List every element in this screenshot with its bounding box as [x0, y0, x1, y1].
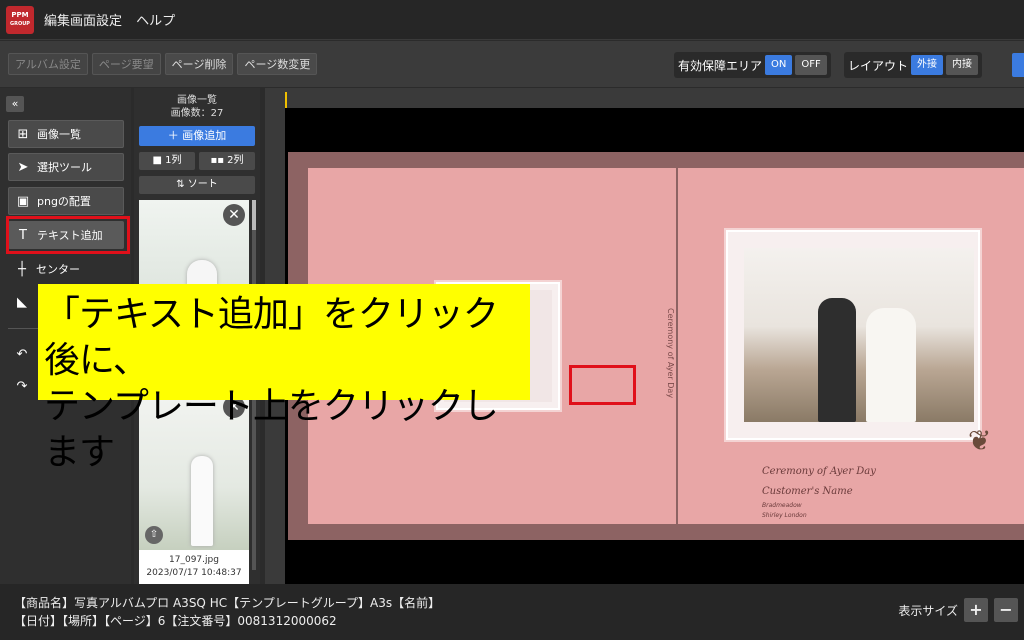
image-panel-title: 画像一覧: [177, 95, 217, 106]
safe-area-on-button[interactable]: ON: [765, 55, 793, 75]
remove-icon[interactable]: ✕: [223, 204, 245, 226]
album-line3: Bradmeadow: [762, 502, 802, 509]
photo-bride: [866, 308, 916, 422]
grid-icon: ⊞: [17, 126, 29, 142]
sort-button[interactable]: ⇅ ソート: [139, 176, 255, 194]
safe-area-off-button[interactable]: OFF: [795, 55, 827, 75]
upload-icon: ⇧: [145, 526, 163, 544]
zoom-in-button[interactable]: +: [964, 598, 988, 622]
redo-icon: ↷: [16, 378, 28, 394]
butterfly-icon: ❦: [968, 424, 992, 457]
page-request-button[interactable]: ページ要望: [91, 53, 161, 75]
tool-ruler[interactable]: ◣: [8, 288, 36, 316]
thumbnail-date: 2023/07/17 10:48:37: [146, 568, 242, 578]
page-delete-button[interactable]: ページ削除: [164, 53, 234, 75]
right-page[interactable]: ❦ Ceremony of Ayer Day Customer's Name B…: [678, 168, 1024, 524]
zoom-out-button[interactable]: −: [994, 598, 1018, 622]
safe-area-label: 有効保障エリア: [678, 58, 763, 73]
tool-center[interactable]: ┼ センター: [8, 255, 124, 283]
spine-text: Ceremony of Ayer Day: [666, 308, 675, 399]
toolbar: アルバム設定 ページ要望 ページ削除 ページ数変更 有効保障エリア ON OFF…: [0, 41, 1024, 87]
wedding-photo[interactable]: [744, 248, 974, 422]
callout-line1: 「テキスト追加」をクリック後に、: [44, 294, 499, 381]
menu-bar: 編集画面設定 ヘルプ: [44, 10, 185, 29]
app-logo: PPM GROUP: [6, 5, 34, 34]
customer-name: Customer's Name: [762, 486, 853, 497]
album-settings-button[interactable]: アルバム設定: [8, 53, 88, 75]
collapse-button[interactable]: «: [6, 96, 24, 112]
undo-icon: ↶: [16, 346, 28, 362]
layout-label: レイアウト: [848, 58, 909, 73]
tool-image-list[interactable]: ⊞ 画像一覧: [8, 120, 124, 148]
tool-select[interactable]: ➤ 選択ツール: [8, 153, 124, 181]
zoom-control: 表示サイズ + −: [898, 598, 1018, 622]
image-count: 画像数：27: [170, 108, 224, 119]
layout-inner-button[interactable]: 内接: [946, 55, 979, 75]
status-product: 【商品名】写真アルバムプロ A3SQ HC【テンプレートグループ】A3s【名前】: [14, 596, 441, 610]
thumbnail-filename: 17_097.jpg: [169, 555, 219, 565]
ruler-marker: [285, 92, 287, 108]
layout-group: レイアウト 外接 内接: [844, 52, 983, 78]
crosshair-icon: ┼: [18, 261, 26, 277]
highlight-box: [6, 216, 130, 254]
layout-outer-button[interactable]: 外接: [911, 55, 944, 75]
thumbnail-caption: 17_097.jpg 2023/07/17 10:48:37: [139, 550, 249, 584]
pointer-icon: ➤: [17, 159, 29, 175]
undo-button[interactable]: ↶: [8, 340, 36, 368]
image-icon: ▣: [16, 193, 30, 209]
menu-settings[interactable]: 編集画面設定: [44, 14, 122, 29]
page-count-button[interactable]: ページ数変更: [237, 53, 318, 75]
add-image-button[interactable]: ＋ 画像追加: [139, 126, 255, 146]
zoom-label: 表示サイズ: [898, 603, 958, 618]
image-panel-header: 画像一覧 画像数：27: [134, 94, 260, 120]
one-column-button[interactable]: ■ 1列: [139, 152, 195, 170]
tool-label: センター: [36, 263, 80, 276]
click-target-box: [569, 365, 636, 405]
instruction-callout: 「テキスト追加」をクリック後に、 テンプレート上をクリックします: [38, 284, 530, 473]
tool-png-place[interactable]: ▣ pngの配置: [8, 187, 124, 215]
tool-label: pngの配置: [37, 195, 91, 208]
album-line4: Shirley London: [762, 512, 807, 519]
photo-groom: [818, 298, 856, 422]
two-column-button[interactable]: ▪▪ 2列: [199, 152, 255, 170]
title-bar: PPM GROUP 編集画面設定 ヘルプ: [0, 0, 1024, 40]
status-bar: 【商品名】写真アルバムプロ A3SQ HC【テンプレートグループ】A3s【名前】…: [0, 584, 1024, 640]
callout-line2: テンプレート上をクリックします: [44, 386, 499, 473]
toolbar-extra-button[interactable]: [1012, 53, 1024, 77]
tool-label: 画像一覧: [37, 128, 81, 141]
photo-frame[interactable]: [726, 230, 980, 440]
album-title: Ceremony of Ayer Day: [762, 466, 876, 477]
redo-button[interactable]: ↷: [8, 372, 36, 400]
ruler-icon: ◣: [17, 294, 27, 310]
horizontal-ruler: [265, 88, 1024, 108]
safe-area-group: 有効保障エリア ON OFF: [674, 52, 831, 78]
status-order: 【日付】【場所】【ページ】6【注文番号】0081312000062: [14, 614, 337, 628]
tool-label: 選択ツール: [37, 161, 92, 174]
menu-help[interactable]: ヘルプ: [136, 14, 175, 29]
